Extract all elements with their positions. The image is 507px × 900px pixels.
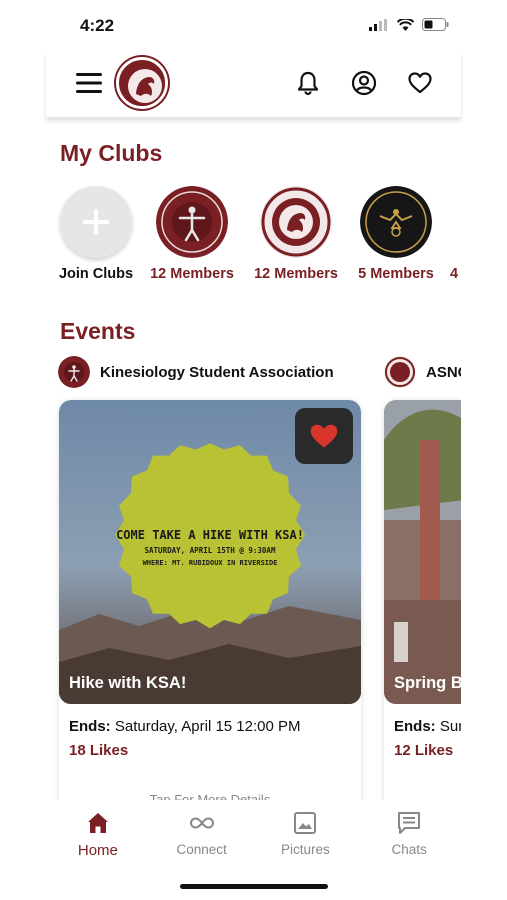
join-clubs-circle[interactable]: [60, 186, 132, 258]
infinity-link-icon: [189, 817, 214, 829]
status-time: 4:22: [80, 16, 115, 35]
chat-bubble-icon: [398, 812, 421, 834]
event-org-logo: [384, 356, 416, 388]
join-clubs-button[interactable]: Join Clubs: [46, 186, 146, 282]
events-heading: Events: [60, 318, 136, 344]
poster-headline: COME TAKE A HIKE WITH KSA!: [116, 528, 304, 542]
college-logo[interactable]: [116, 57, 168, 109]
hamburger-menu-icon[interactable]: [76, 72, 102, 94]
club-logo-asnc[interactable]: [260, 186, 332, 258]
battery-icon: [422, 18, 449, 31]
club-item[interactable]: 5 Members: [346, 186, 446, 282]
wifi-icon: [397, 18, 414, 31]
tab-connect[interactable]: Connect: [150, 800, 254, 864]
club-members-count: 5 Members: [358, 266, 434, 282]
club-members-count: 12 Members: [254, 266, 338, 282]
asnc-emblem-icon: [260, 186, 332, 258]
club-members-count: 12 Members: [150, 266, 234, 282]
cellular-signal-icon: [369, 18, 387, 31]
profile-icon[interactable]: [351, 70, 377, 96]
status-bar: 4:22: [0, 0, 507, 52]
club-item[interactable]: 4: [450, 186, 461, 282]
event-org-logo: [58, 356, 90, 388]
status-icons: [369, 18, 449, 31]
event-poster-image[interactable]: Spring B: [384, 400, 461, 704]
community-emblem-icon: [360, 186, 432, 258]
event-card[interactable]: COME TAKE A HIKE WITH KSA! SATURDAY, APR…: [59, 400, 361, 801]
plus-icon: [83, 209, 109, 235]
event-likes: 18 Likes: [69, 742, 129, 759]
my-clubs-heading: My Clubs: [60, 140, 163, 166]
poster-date: SATURDAY, APRIL 15TH @ 9:30AM: [144, 546, 276, 555]
kinesiology-emblem-icon: [58, 356, 90, 388]
event-end-time: Ends: Sun: [394, 718, 461, 735]
event-title: Hike with KSA!: [69, 674, 187, 692]
home-icon: [87, 813, 108, 833]
club-logo-kinesiology[interactable]: [156, 186, 228, 258]
event-ends-value: Sun: [439, 718, 461, 735]
tab-home-label: Home: [77, 842, 118, 859]
app-header: [46, 52, 461, 118]
clubs-carousel[interactable]: Join Clubs 12 Members 12 Members 5 Membe…: [46, 186, 461, 290]
asnc-emblem-icon: [384, 356, 416, 388]
events-carousel[interactable]: Kinesiology Student Association ASN COME…: [46, 356, 461, 801]
join-clubs-label: Join Clubs: [58, 266, 134, 282]
bottom-tab-bar: Home Connect Pictures Chats: [46, 800, 461, 864]
notifications-bell-icon[interactable]: [295, 70, 321, 96]
event-card[interactable]: Spring B Ends: Sun 12 Likes: [384, 400, 461, 801]
tab-connect-label: Connect: [176, 842, 227, 857]
event-org-header[interactable]: Kinesiology Student Association: [58, 356, 334, 388]
club-logo-community[interactable]: [360, 186, 432, 258]
home-indicator[interactable]: [180, 884, 328, 889]
event-end-time: Ends: Saturday, April 15 12:00 PM: [69, 718, 301, 735]
tab-pictures[interactable]: Pictures: [254, 800, 358, 864]
event-photo-graphic: [384, 400, 461, 704]
event-likes: 12 Likes: [394, 742, 454, 759]
like-button[interactable]: [295, 408, 353, 464]
tab-chats-label: Chats: [391, 842, 427, 857]
heart-filled-icon: [310, 424, 338, 448]
club-item[interactable]: 12 Members: [246, 186, 346, 282]
tab-pictures-label: Pictures: [280, 842, 330, 857]
event-title: Spring B: [394, 674, 461, 692]
event-org-name: ASNC: [426, 363, 461, 381]
image-icon: [294, 812, 317, 834]
event-org-name: Kinesiology Student Association: [100, 363, 334, 381]
favorites-heart-icon[interactable]: [407, 70, 433, 96]
event-ends-label: Ends:: [69, 718, 111, 735]
poster-location: WHERE: MT. RUBIDOUX IN RIVERSIDE: [142, 559, 278, 567]
event-org-header[interactable]: ASNC: [384, 356, 461, 388]
tab-home[interactable]: Home: [46, 800, 150, 864]
club-item[interactable]: 12 Members: [142, 186, 242, 282]
club-members-count: 4: [450, 266, 459, 282]
event-ends-value: Saturday, April 15 12:00 PM: [114, 718, 301, 735]
tab-chats[interactable]: Chats: [357, 800, 461, 864]
mascot-emblem-icon: [121, 62, 165, 106]
event-ends-label: Ends:: [394, 718, 436, 735]
kinesiology-emblem-icon: [156, 186, 228, 258]
